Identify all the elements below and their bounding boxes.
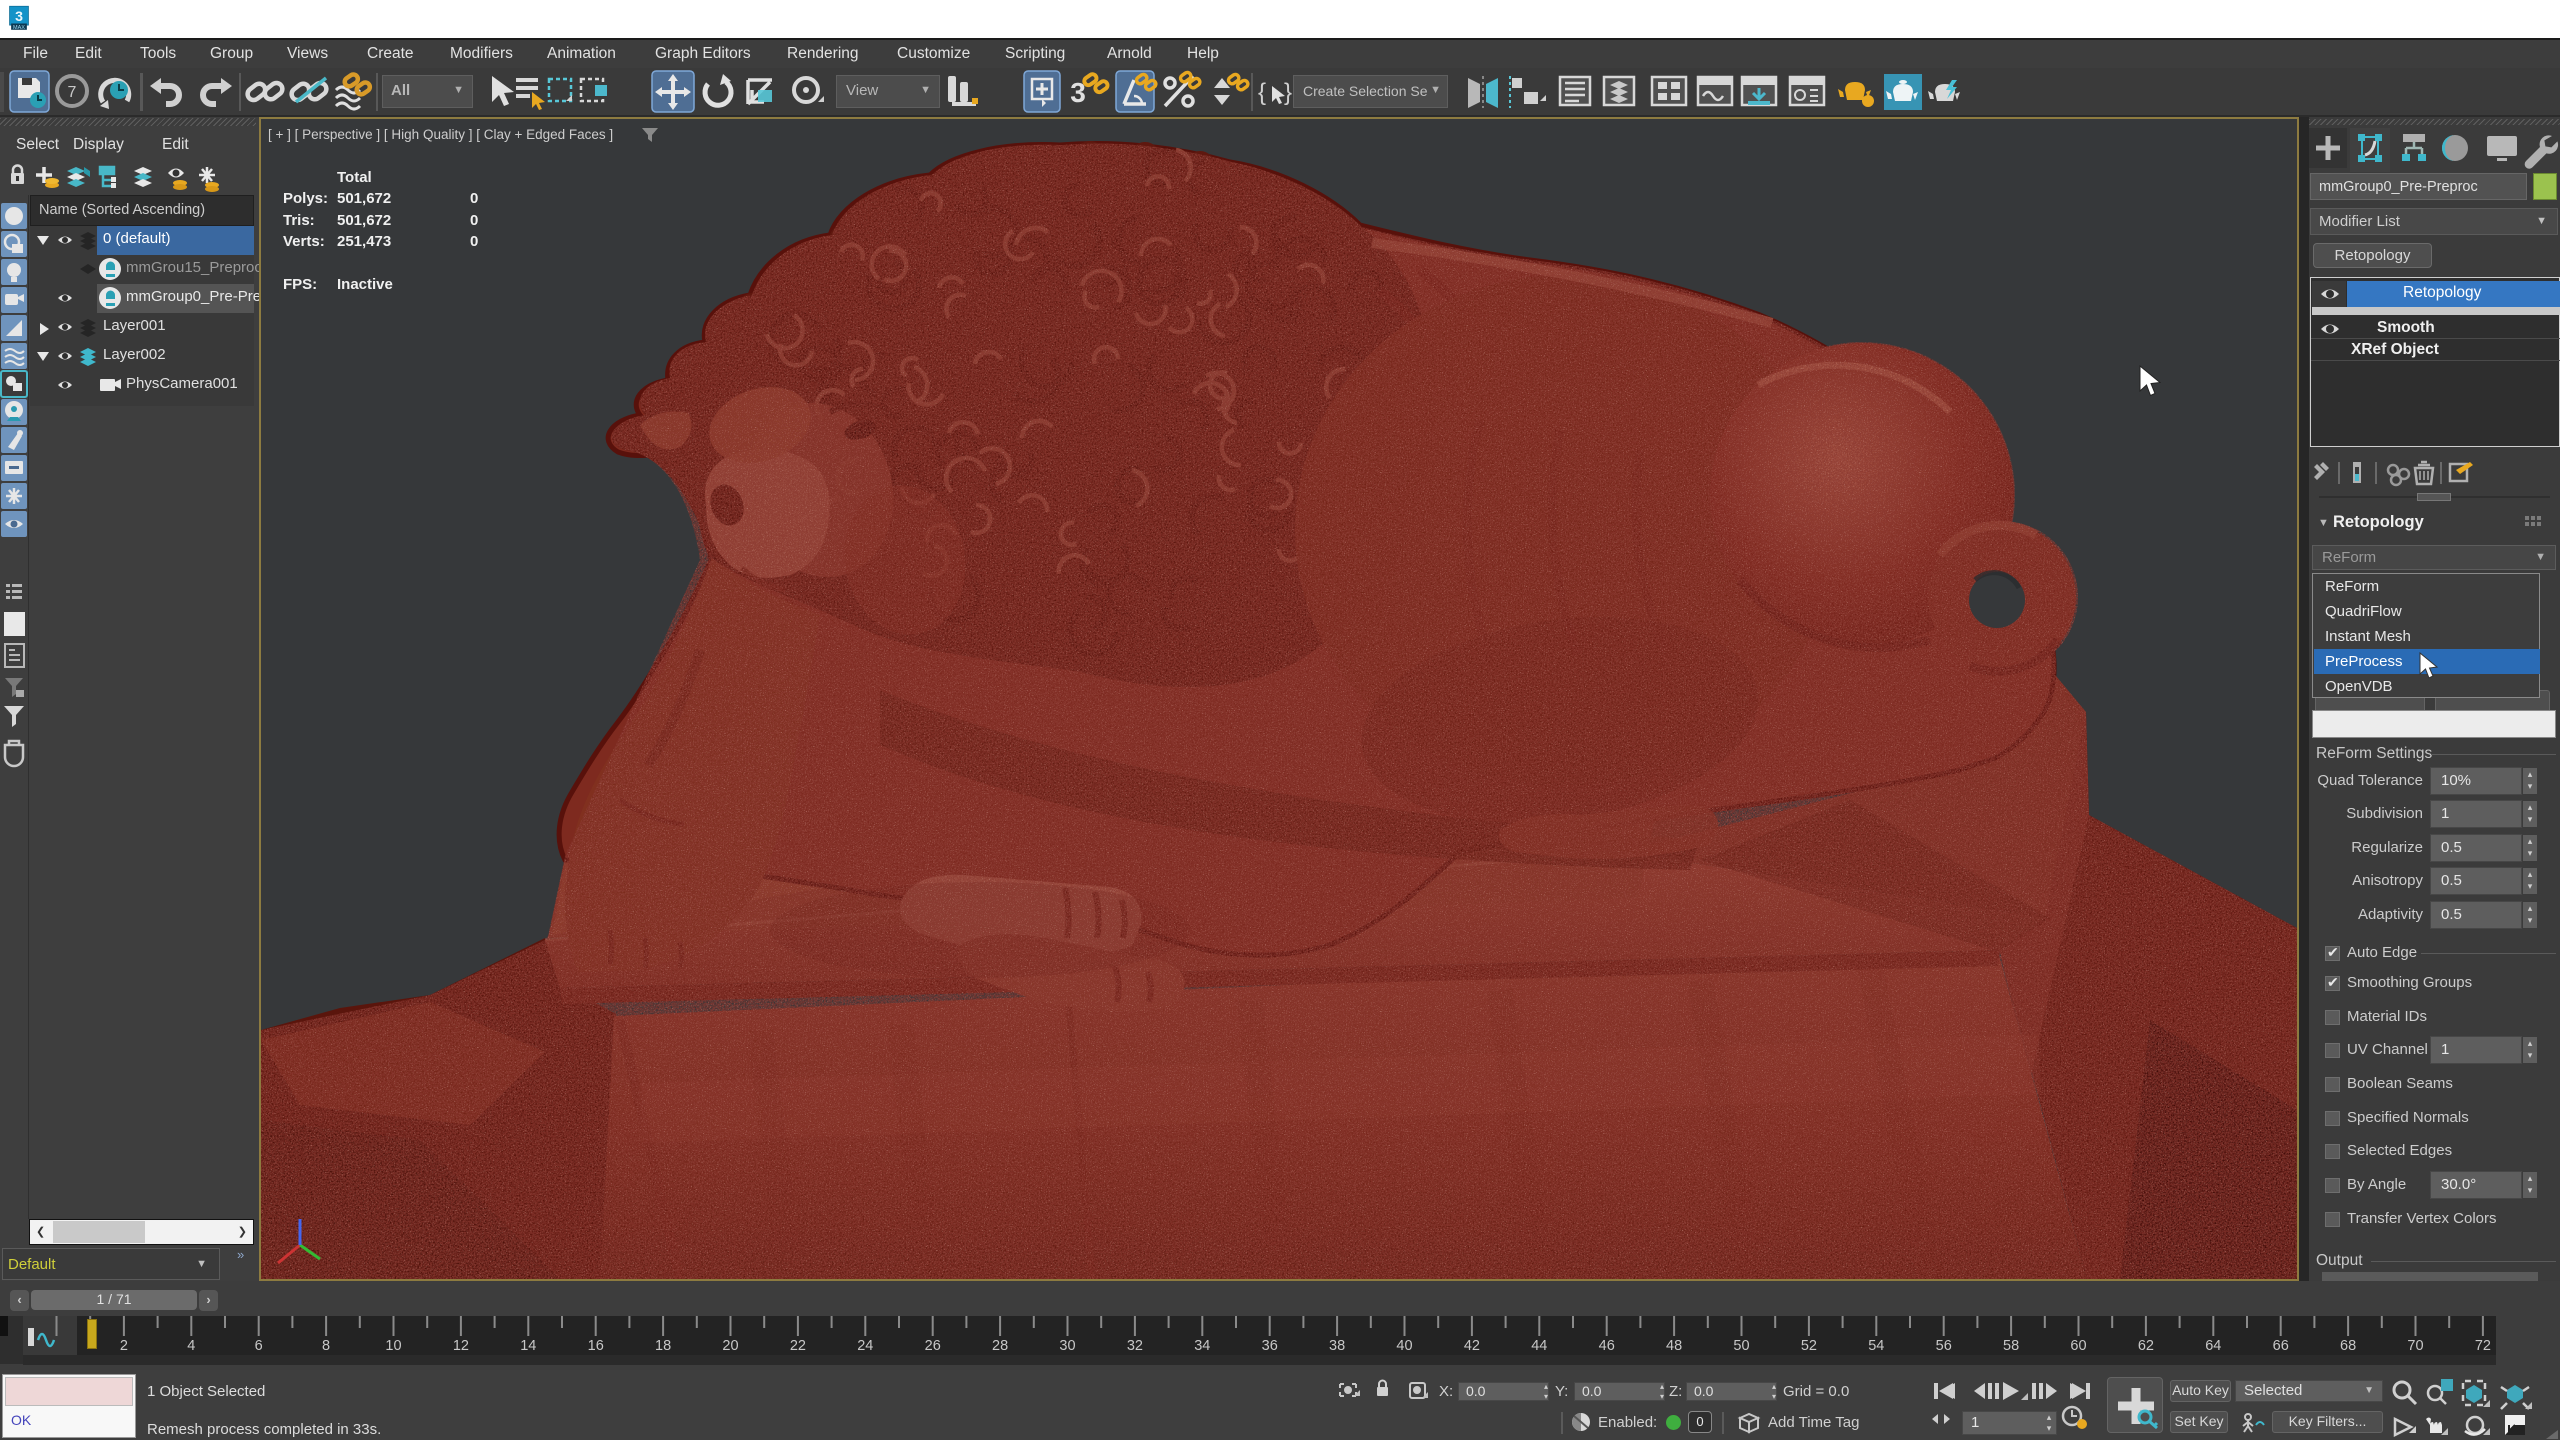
svg-text:40: 40 <box>1396 1338 1412 1354</box>
svg-text:}: } <box>1284 79 1292 106</box>
svg-text:12: 12 <box>453 1338 469 1354</box>
svg-text:20: 20 <box>722 1338 738 1354</box>
svg-text:58: 58 <box>2003 1338 2019 1354</box>
svg-text:14: 14 <box>520 1338 536 1354</box>
svg-text:10: 10 <box>385 1338 401 1354</box>
svg-text:44: 44 <box>1531 1338 1547 1354</box>
svg-text:6: 6 <box>255 1338 263 1354</box>
svg-text:34: 34 <box>1194 1338 1210 1354</box>
svg-text:56: 56 <box>1936 1338 1952 1354</box>
svg-text:2: 2 <box>120 1338 128 1354</box>
svg-text:64: 64 <box>2205 1338 2221 1354</box>
svg-text:MAX: MAX <box>13 25 25 31</box>
svg-text:36: 36 <box>1262 1338 1278 1354</box>
svg-text:46: 46 <box>1599 1338 1615 1354</box>
svg-text:16: 16 <box>588 1338 604 1354</box>
svg-text:3: 3 <box>15 8 23 24</box>
svg-text:38: 38 <box>1329 1338 1345 1354</box>
svg-text:7: 7 <box>68 84 77 101</box>
svg-text:4: 4 <box>187 1338 195 1354</box>
svg-text:54: 54 <box>1868 1338 1884 1354</box>
svg-text:70: 70 <box>2407 1338 2423 1354</box>
svg-text:50: 50 <box>1733 1338 1749 1354</box>
svg-text:48: 48 <box>1666 1338 1682 1354</box>
svg-text:52: 52 <box>1801 1338 1817 1354</box>
svg-text:68: 68 <box>2340 1338 2356 1354</box>
svg-text:32: 32 <box>1127 1338 1143 1354</box>
svg-text:30: 30 <box>1059 1338 1075 1354</box>
svg-text:28: 28 <box>992 1338 1008 1354</box>
svg-text:22: 22 <box>790 1338 806 1354</box>
svg-text:42: 42 <box>1464 1338 1480 1354</box>
svg-text:24: 24 <box>857 1338 873 1354</box>
svg-text:{: { <box>1258 79 1266 106</box>
svg-text:66: 66 <box>2273 1338 2289 1354</box>
svg-text:72: 72 <box>2475 1338 2491 1354</box>
svg-text:26: 26 <box>925 1338 941 1354</box>
svg-text:60: 60 <box>2070 1338 2086 1354</box>
svg-text:18: 18 <box>655 1338 671 1354</box>
svg-text:62: 62 <box>2138 1338 2154 1354</box>
svg-text:8: 8 <box>322 1338 330 1354</box>
